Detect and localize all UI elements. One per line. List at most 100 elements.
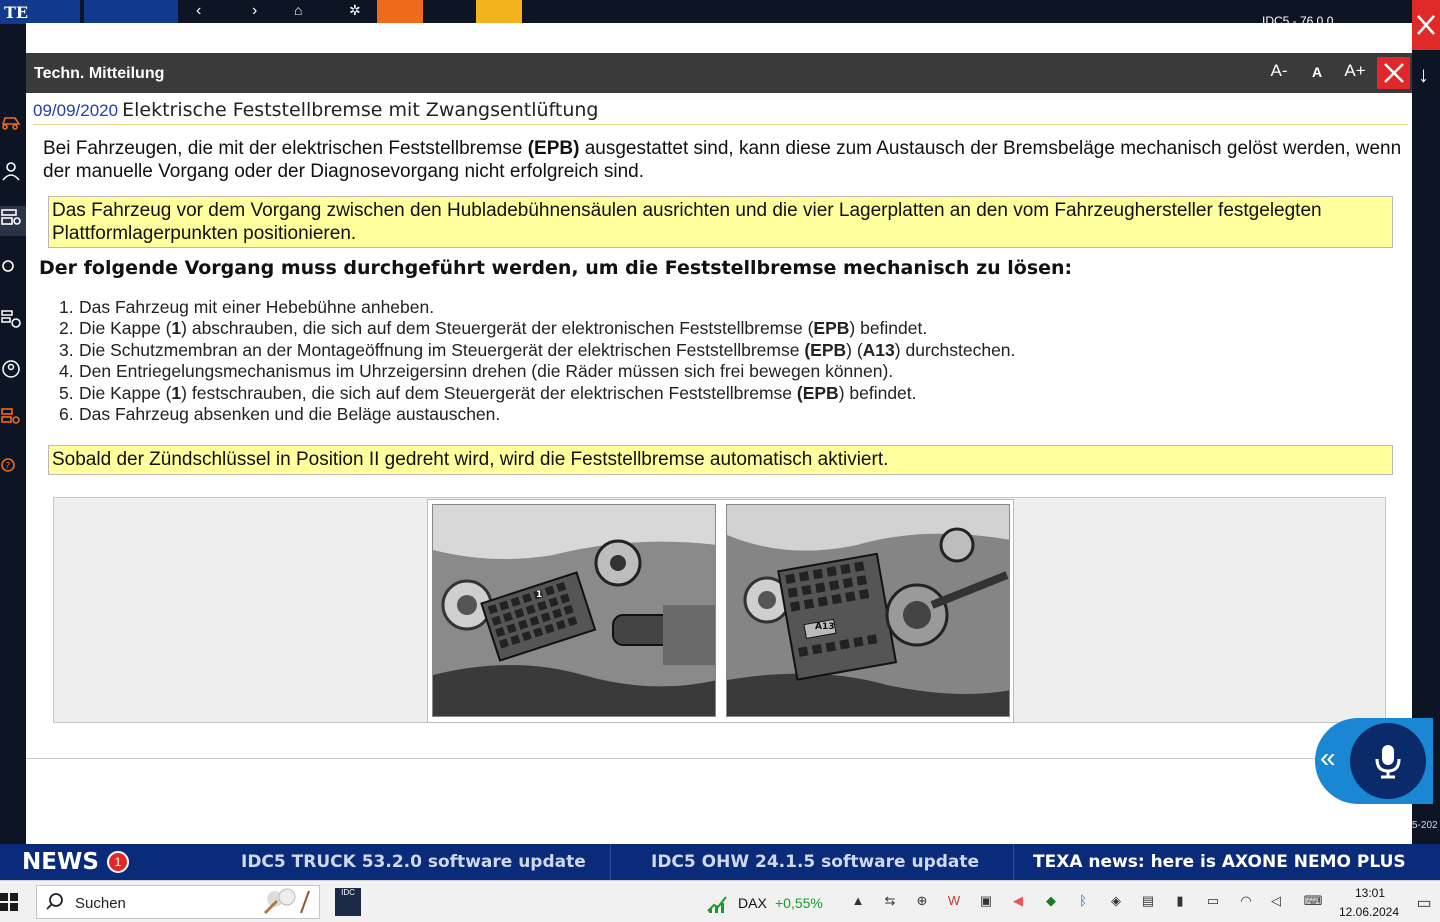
- step-text: Die Kappe (: [79, 382, 172, 403]
- app-logo[interactable]: TE: [0, 0, 80, 24]
- step-text: ) durchstechen.: [894, 339, 1016, 360]
- step-text: Den Entriegelungsmechanismus im Uhrzeige…: [79, 361, 894, 382]
- shield-icon[interactable]: ◆: [1043, 893, 1059, 909]
- clock-date[interactable]: 12.06.2024: [1336, 905, 1402, 919]
- sync-user-sidebar-icon[interactable]: [0, 358, 26, 388]
- vehicle-sidebar-icon[interactable]: [0, 110, 26, 140]
- taskbar: Suchen IDC DAX +0,55% ▲ ⇆ ⊕ W ▣ ◀ ◆ ᛒ ◈ …: [0, 880, 1440, 922]
- photo-label-1: 1: [536, 590, 542, 600]
- document-title: Elektrische Feststellbremse mit Zwangsen…: [122, 99, 599, 121]
- wifi-icon[interactable]: ◠: [1238, 893, 1254, 909]
- sidebar: ?: [0, 24, 26, 844]
- arrow-down-icon[interactable]: ↓: [1418, 62, 1429, 88]
- dialog-content: 09/09/2020 Elektrische Feststellbremse mi…: [26, 93, 1412, 853]
- intro-paragraph: Bei Fahrzeugen, die mit der elektrischen…: [43, 138, 1402, 182]
- taskbar-search-box[interactable]: Suchen: [36, 885, 320, 919]
- dax-label[interactable]: DAX: [738, 895, 767, 911]
- step-number: 2.: [59, 318, 74, 339]
- close-icon: [1383, 63, 1404, 83]
- download-icon[interactable]: ⊕: [914, 893, 930, 909]
- step-item: 1. Das Fahrzeug mit einer Hebebühne anheb…: [59, 297, 1015, 318]
- idc5-taskbar-app[interactable]: IDC: [335, 888, 361, 916]
- news-count-badge: 1: [107, 851, 129, 873]
- microphone-button[interactable]: [1350, 723, 1426, 799]
- windows-start-icon[interactable]: [0, 891, 18, 913]
- dropbox-icon[interactable]: ◈: [1108, 893, 1124, 909]
- section-title: Der folgende Vorgang muss durchgeführt w…: [39, 257, 1073, 279]
- double-chevron-left-icon[interactable]: «: [1320, 742, 1336, 774]
- keyboard-icon[interactable]: ⌨: [1300, 893, 1326, 909]
- book-app-icon[interactable]: [476, 0, 522, 24]
- speaker-red-icon[interactable]: ◀: [1010, 893, 1026, 909]
- step-text: ) festschrauben, die sich auf dem Steuer…: [181, 382, 797, 403]
- back-arrow-icon[interactable]: ‹: [196, 2, 201, 20]
- image-frame: 1 A13: [427, 499, 1014, 723]
- step-item: 6. Das Fahrzeug absenken und die Beläge a…: [59, 404, 1015, 425]
- forward-arrow-icon[interactable]: ›: [252, 2, 257, 20]
- photo-epb-a13[interactable]: A13: [726, 504, 1010, 717]
- partial-text: 5-202: [1412, 820, 1438, 831]
- monitor-icon[interactable]: ▣: [978, 893, 994, 909]
- battery-icon[interactable]: ▭: [1205, 893, 1221, 909]
- steps-list: 1. Das Fahrzeug mit einer Hebebühne anheb…: [59, 297, 1015, 425]
- font-decrease-button[interactable]: A-: [1264, 61, 1294, 81]
- winrar-icon[interactable]: W: [946, 893, 962, 909]
- volume-icon[interactable]: ◁: [1268, 893, 1284, 909]
- document-date: 09/09/2020: [33, 101, 119, 120]
- teamviewer-icon[interactable]: ⇆: [882, 893, 898, 909]
- divider: [26, 758, 1412, 759]
- app-close-button[interactable]: [1412, 0, 1440, 50]
- news-separator: [610, 844, 611, 880]
- step-bold-text: A13: [862, 339, 895, 360]
- web-help-sidebar-icon[interactable]: ?: [0, 456, 26, 486]
- step-item: 5. Die Kappe (1) festschrauben, die sich …: [59, 383, 1015, 404]
- notification-icon[interactable]: ▭: [1416, 893, 1432, 912]
- font-increase-button[interactable]: A+: [1340, 61, 1370, 81]
- settings-icon[interactable]: ✲: [349, 2, 361, 19]
- network-sidebar-icon[interactable]: [0, 308, 26, 338]
- screen: TE ‹ › ⌂ ✲ IDC5 - 76.0.0 ? ↓ Techn. Mitt…: [0, 0, 1440, 922]
- step-text: ) befindet.: [838, 382, 917, 403]
- step-text: Das Fahrzeug mit einer Hebebühne anheben…: [79, 297, 435, 317]
- news-item[interactable]: IDC5 OHW 24.1.5 software update: [651, 852, 979, 872]
- step-item: 2. Die Kappe (1) abschrauben, die sich au…: [59, 318, 1015, 339]
- note-box: Das Fahrzeug vor dem Vorgang zwischen de…: [48, 196, 1393, 248]
- vehicle-app-icon[interactable]: [377, 0, 423, 24]
- photo-epb-cap[interactable]: 1: [432, 504, 716, 717]
- stock-chart-icon: [707, 896, 727, 913]
- search-highlight-icon: [263, 888, 310, 915]
- bluetooth-icon[interactable]: ᛒ: [1075, 893, 1091, 909]
- news-item[interactable]: TEXA news: here is AXONE NEMO PLUS: [1033, 852, 1406, 872]
- font-reset-button[interactable]: A: [1302, 64, 1332, 80]
- dialog-title: Techn. Mitteilung: [34, 65, 165, 82]
- tech-note-dialog: Techn. Mitteilung A- A A+ 09/09/2020 Elek…: [26, 23, 1412, 853]
- news-item[interactable]: IDC5 TRUCK 53.2.0 software update: [241, 852, 586, 872]
- user-sidebar-icon[interactable]: [0, 160, 26, 190]
- usb-icon[interactable]: ▮: [1172, 893, 1188, 909]
- home-icon[interactable]: ⌂: [294, 2, 302, 18]
- step-bold-text: 1: [171, 318, 182, 339]
- step-bold-text: 1: [171, 382, 182, 403]
- search-icon: [46, 893, 63, 910]
- step-number: 3.: [59, 339, 74, 360]
- news-separator: [1013, 844, 1014, 880]
- step-text: ) befindet.: [849, 318, 928, 339]
- step-item: 4. Den Entriegelungsmechanismus im Uhrzei…: [59, 361, 1015, 382]
- clock-time[interactable]: 13:01: [1345, 886, 1395, 900]
- app-tile[interactable]: [84, 0, 178, 24]
- step-text: ) abschrauben, die sich auf dem Steuerge…: [181, 318, 814, 339]
- gear-123-sidebar-icon[interactable]: [0, 258, 26, 288]
- diagnosis-sidebar-icon[interactable]: [0, 206, 26, 236]
- news-bar: NEWS 1 IDC5 TRUCK 53.2.0 software update…: [0, 844, 1440, 880]
- step-bold-text: (EPB: [804, 339, 847, 360]
- svg-text:?: ?: [6, 462, 11, 472]
- search-label: Suchen: [75, 895, 126, 912]
- dax-value[interactable]: +0,55%: [775, 895, 823, 911]
- step-number: 4.: [59, 361, 74, 382]
- step-bold-text: EPB: [813, 318, 850, 339]
- dialog-close-button[interactable]: [1377, 57, 1410, 89]
- clipboard-icon[interactable]: ▤: [1140, 893, 1156, 909]
- orange-tool-sidebar-icon[interactable]: [0, 406, 26, 436]
- app-topbar: TE ‹ › ⌂ ✲ IDC5 - 76.0.0: [0, 0, 1440, 28]
- drive-icon[interactable]: ▲: [850, 893, 866, 909]
